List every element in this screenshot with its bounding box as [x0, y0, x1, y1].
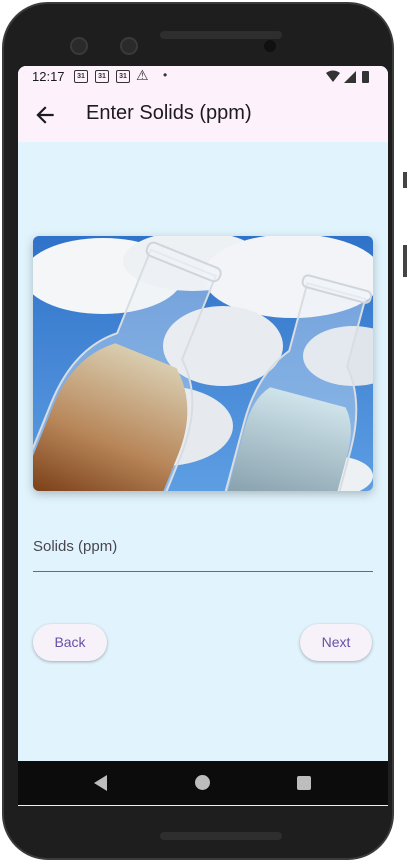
back-button[interactable]: Back: [33, 624, 107, 661]
next-button[interactable]: Next: [300, 624, 372, 661]
solids-field-label: Solids (ppm): [33, 538, 118, 555]
water-beakers-photo: [33, 236, 373, 491]
arrow-back-icon[interactable]: [32, 102, 58, 128]
warning-icon: ⚠: [136, 67, 149, 83]
nav-back-icon[interactable]: [94, 775, 107, 791]
field-underline: [33, 571, 373, 572]
proximity-sensor-icon: [264, 40, 276, 52]
app-bar: Enter Solids (ppm): [18, 88, 388, 142]
side-button: [403, 245, 407, 277]
app-screen: 12:17 31 31 31 ⚠ • Enter Solids (ppm) So…: [18, 66, 388, 806]
nav-recents-icon[interactable]: [297, 776, 311, 790]
nav-home-icon[interactable]: [195, 775, 210, 790]
status-bar: 12:17 31 31 31 ⚠ •: [18, 66, 388, 88]
page-title: Enter Solids (ppm): [86, 102, 252, 124]
bottom-speaker: [160, 832, 282, 840]
signal-icon: [344, 71, 356, 83]
dot-icon: •: [163, 68, 168, 82]
status-time: 12:17: [32, 69, 65, 84]
calendar-icon: 31: [74, 70, 88, 83]
system-nav-bar: [18, 761, 388, 805]
system-status-icons: [326, 70, 369, 83]
side-button: [403, 172, 407, 188]
calendar-icon: 31: [116, 70, 130, 83]
solids-field[interactable]: Solids (ppm): [33, 526, 373, 574]
calendar-icon: 31: [95, 70, 109, 83]
front-camera-icon: [70, 37, 88, 55]
front-sensor-icon: [120, 37, 138, 55]
wifi-icon: [326, 70, 340, 82]
photo-illustration: [33, 236, 373, 491]
top-speaker: [160, 31, 282, 39]
battery-icon: [362, 71, 369, 83]
